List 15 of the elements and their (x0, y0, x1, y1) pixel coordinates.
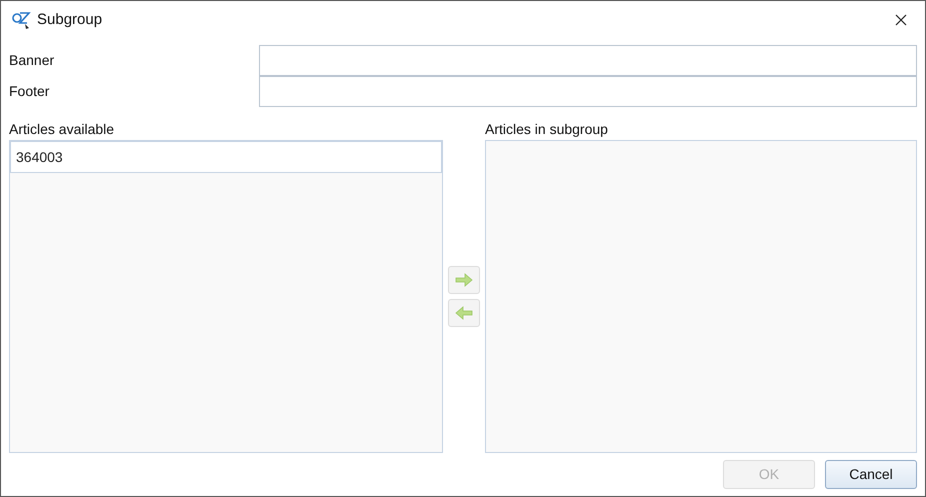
list-item[interactable]: 364003 (10, 141, 442, 173)
close-icon (895, 14, 907, 26)
left-arrow-icon (454, 305, 474, 321)
text-field[interactable] (259, 45, 917, 76)
app-logo-icon (11, 10, 31, 30)
text-field[interactable] (259, 76, 917, 106)
right-arrow-icon (454, 272, 474, 288)
list-label: Articles in subgroup (485, 120, 609, 139)
window-title: Subgroup (37, 10, 102, 30)
list-label: Articles available (9, 120, 116, 139)
dialog-button[interactable]: Cancel (825, 460, 917, 489)
articles-available-list[interactable]: 364003 (9, 140, 443, 453)
field-label: Footer (9, 82, 50, 101)
field-label: Banner (9, 51, 56, 70)
articles-in-subgroup-list[interactable] (485, 140, 917, 453)
